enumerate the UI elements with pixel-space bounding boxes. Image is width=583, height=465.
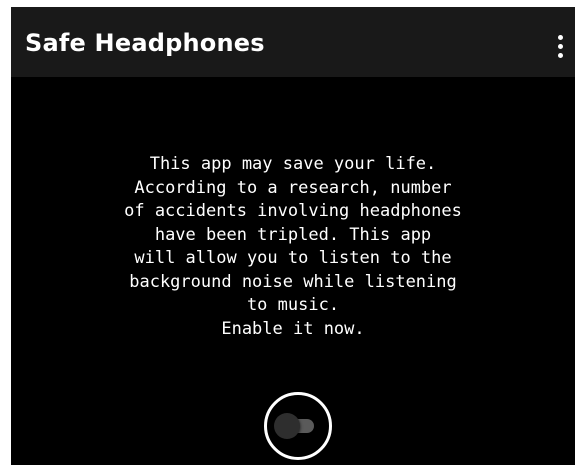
more-vert-icon[interactable] (549, 31, 571, 61)
app-bar: Safe Headphones (11, 7, 575, 77)
app-screen: Safe Headphones This app may save your l… (11, 7, 575, 465)
switch-thumb (274, 413, 300, 439)
menu-dot (557, 52, 563, 58)
menu-dot (557, 43, 563, 49)
app-title: Safe Headphones (25, 29, 265, 57)
menu-dot (557, 34, 563, 40)
info-message: This app may save your life. According t… (124, 154, 462, 339)
enable-toggle-button[interactable] (264, 392, 332, 460)
